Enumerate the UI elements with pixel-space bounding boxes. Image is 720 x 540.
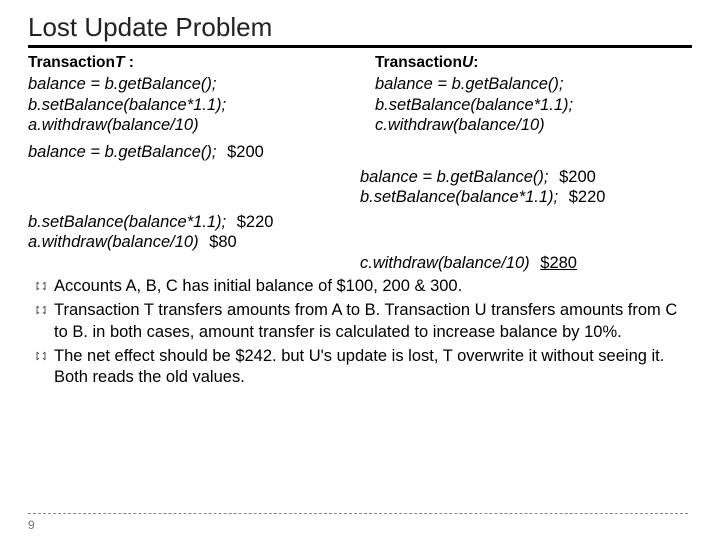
trace-code: a.withdraw(balance/10) bbox=[28, 233, 199, 251]
slide: Lost Update Problem TransactionT : balan… bbox=[0, 0, 720, 540]
page-number: 9 bbox=[28, 518, 35, 532]
bullet-item: The net effect should be $242. but U's u… bbox=[28, 346, 692, 389]
transaction-u-code: balance = b.getBalance(); b.setBalance(b… bbox=[375, 74, 692, 136]
bullet-item: Accounts A, B, C has initial balance of … bbox=[28, 276, 692, 297]
transaction-t-colon: : bbox=[124, 54, 133, 71]
transaction-u-colon: : bbox=[473, 54, 478, 71]
trace-code: balance = b.getBalance(); bbox=[360, 168, 549, 186]
transaction-u-label: Transaction bbox=[375, 54, 462, 71]
bullet-list: Accounts A, B, C has initial balance of … bbox=[28, 276, 692, 389]
transaction-u-column: TransactionU: balance = b.getBalance(); … bbox=[375, 54, 692, 136]
transaction-u-heading: TransactionU: bbox=[375, 54, 692, 72]
slide-footer: 9 bbox=[28, 513, 688, 532]
bullet-text: Accounts A, B, C has initial balance of … bbox=[54, 276, 692, 297]
execution-trace: balance = b.getBalance(); $200 balance =… bbox=[28, 142, 692, 274]
bullet-text: The net effect should be $242. but U's u… bbox=[54, 346, 692, 389]
code-line: c.withdraw(balance/10) bbox=[375, 115, 692, 136]
code-line: balance = b.getBalance(); bbox=[28, 74, 345, 95]
trace-row: c.withdraw(balance/10) $280 bbox=[28, 253, 692, 274]
transaction-t-code: balance = b.getBalance(); b.setBalance(b… bbox=[28, 74, 345, 136]
trace-row: b.setBalance(balance*1.1); $220 bbox=[28, 187, 692, 208]
trace-code: balance = b.getBalance(); bbox=[28, 143, 217, 161]
trace-value: $220 bbox=[237, 213, 274, 231]
transaction-t-heading: TransactionT : bbox=[28, 54, 345, 72]
trace-row: balance = b.getBalance(); $200 bbox=[28, 167, 692, 188]
code-line: a.withdraw(balance/10) bbox=[28, 115, 345, 136]
trace-value: $80 bbox=[209, 233, 237, 251]
trace-row: a.withdraw(balance/10) $80 bbox=[28, 232, 692, 253]
trace-value: $200 bbox=[559, 168, 596, 186]
code-line: b.setBalance(balance*1.1); bbox=[28, 95, 345, 116]
transaction-u-name: U bbox=[462, 54, 473, 71]
trace-code: b.setBalance(balance*1.1); bbox=[28, 213, 226, 231]
bullet-icon bbox=[28, 300, 54, 316]
bullet-icon bbox=[28, 346, 54, 362]
trace-value: $200 bbox=[227, 143, 264, 161]
trace-code: b.setBalance(balance*1.1); bbox=[360, 188, 558, 206]
trace-value: $220 bbox=[569, 188, 606, 206]
trace-value: $280 bbox=[540, 254, 577, 272]
bullet-icon bbox=[28, 276, 54, 292]
trace-row: balance = b.getBalance(); $200 bbox=[28, 142, 692, 163]
code-line: balance = b.getBalance(); bbox=[375, 74, 692, 95]
trace-code: c.withdraw(balance/10) bbox=[360, 254, 530, 272]
transaction-t-column: TransactionT : balance = b.getBalance();… bbox=[28, 54, 345, 136]
transaction-columns: TransactionT : balance = b.getBalance();… bbox=[28, 54, 692, 136]
transaction-t-label: Transaction bbox=[28, 54, 115, 71]
code-line: b.setBalance(balance*1.1); bbox=[375, 95, 692, 116]
slide-title: Lost Update Problem bbox=[28, 12, 692, 48]
bullet-item: Transaction T transfers amounts from A t… bbox=[28, 300, 692, 343]
bullet-text: Transaction T transfers amounts from A t… bbox=[54, 300, 692, 343]
trace-row: b.setBalance(balance*1.1); $220 bbox=[28, 212, 692, 233]
